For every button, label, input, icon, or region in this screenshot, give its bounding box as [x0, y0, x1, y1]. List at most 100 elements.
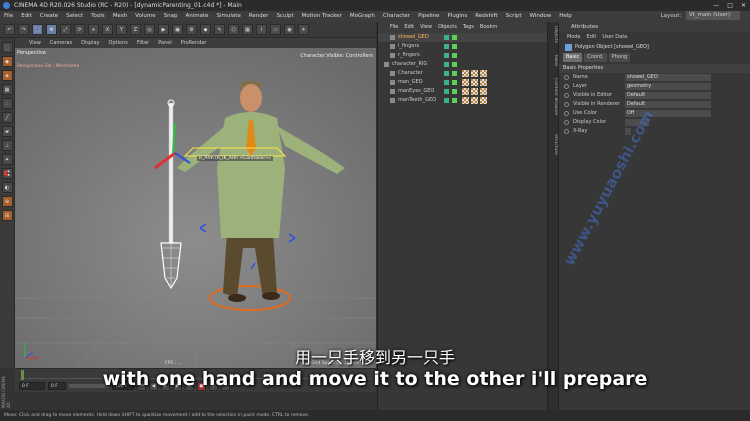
menu-render[interactable]: Render — [249, 11, 269, 22]
cube-icon[interactable]: ◆ — [200, 24, 211, 35]
layer-color-icon[interactable] — [444, 71, 449, 76]
texture-mode-icon[interactable]: ◈ — [1, 70, 13, 81]
side-tab-content-browser[interactable]: Content Browser — [549, 78, 558, 116]
tweak-mode-icon[interactable]: ✦ — [1, 154, 13, 165]
om-menu-objects[interactable]: Objects — [438, 22, 457, 33]
select-tool-icon[interactable]: ⬚ — [32, 24, 43, 35]
attr-menu-edit[interactable]: Edit — [587, 32, 597, 42]
animate-keyframe-icon[interactable] — [564, 84, 569, 89]
attr-menu-mode[interactable]: Mode — [567, 32, 581, 42]
layer-color-icon[interactable] — [444, 80, 449, 85]
tab-phong[interactable]: Phong — [608, 53, 631, 62]
redo-icon[interactable]: ↷ — [18, 24, 29, 35]
polygons-mode-icon[interactable]: ▰ — [1, 126, 13, 137]
vp-menu-display[interactable]: Display — [81, 38, 99, 48]
z-axis-toggle[interactable]: Z — [130, 24, 141, 35]
enabled-check-icon[interactable] — [452, 53, 457, 58]
maximize-icon[interactable]: □ — [727, 0, 733, 11]
object-row[interactable]: Character — [378, 69, 547, 78]
menu-redshift[interactable]: Redshift — [475, 11, 497, 22]
object-name[interactable]: r_fingers — [398, 51, 420, 60]
move-tool-icon[interactable]: ✥ — [46, 24, 57, 35]
tag-icon[interactable] — [480, 70, 487, 77]
array-icon[interactable]: ▦ — [242, 24, 253, 35]
side-tab-structure[interactable]: Structure — [549, 134, 558, 155]
menu-select[interactable]: Select — [66, 11, 83, 22]
close-icon[interactable]: ✕ — [741, 0, 746, 11]
coordinate-system-icon[interactable]: ◎ — [144, 24, 155, 35]
vp-menu-filter[interactable]: Filter — [137, 38, 149, 48]
viewport-solo-icon[interactable]: ◐ — [1, 182, 13, 193]
menu-mograph[interactable]: MoGraph — [350, 11, 375, 22]
edges-mode-icon[interactable]: ╱ — [1, 112, 13, 123]
layer-color-icon[interactable] — [444, 53, 449, 58]
tag-icon[interactable] — [471, 97, 478, 104]
workplane-icon[interactable]: ▦ — [1, 84, 13, 95]
points-mode-icon[interactable]: ∴ — [1, 98, 13, 109]
x-axis-toggle[interactable]: X — [102, 24, 113, 35]
layout-value[interactable]: Vt_main (User) — [686, 11, 740, 20]
tag-icon[interactable] — [462, 70, 469, 77]
y-axis-toggle[interactable]: Y — [116, 24, 127, 35]
tag-icon[interactable] — [480, 88, 487, 95]
light-icon[interactable]: ☀ — [298, 24, 309, 35]
pen-icon[interactable]: ✎ — [214, 24, 225, 35]
layer-color-icon[interactable] — [444, 35, 449, 40]
object-row[interactable]: manTeeth_GEO — [378, 96, 547, 105]
attribute-value-field[interactable]: showel_GEO — [625, 74, 711, 81]
render-view-icon[interactable]: ▶ — [158, 24, 169, 35]
animate-keyframe-icon[interactable] — [564, 93, 569, 98]
attribute-value-field[interactable]: Default — [625, 101, 711, 108]
floor-icon[interactable]: ▭ — [270, 24, 281, 35]
layer-color-icon[interactable] — [444, 89, 449, 94]
deformer-icon[interactable]: ⌇ — [256, 24, 267, 35]
attr-menu-user-data[interactable]: User Data — [602, 32, 627, 42]
menu-tools[interactable]: Tools — [91, 11, 105, 22]
vp-menu-options[interactable]: Options — [109, 38, 128, 48]
object-name[interactable]: Character — [398, 69, 423, 78]
enabled-check-icon[interactable] — [452, 35, 457, 40]
tag-icon[interactable] — [462, 88, 469, 95]
vp-menu-prorender[interactable]: ProRender — [181, 38, 207, 48]
enabled-check-icon[interactable] — [452, 62, 457, 67]
minimize-icon[interactable]: — — [713, 0, 719, 11]
menu-volume[interactable]: Volume — [135, 11, 155, 22]
model-mode-icon[interactable]: ◆ — [1, 56, 13, 67]
menu-snap[interactable]: Snap — [164, 11, 178, 22]
tab-basic[interactable]: Basic — [563, 53, 583, 62]
enabled-check-icon[interactable] — [452, 71, 457, 76]
tag-icon[interactable] — [471, 70, 478, 77]
undo-icon[interactable]: ↶ — [4, 24, 15, 35]
om-menu-file[interactable]: File — [390, 22, 398, 33]
make-editable-icon[interactable]: ⬚ — [1, 42, 13, 53]
animate-keyframe-icon[interactable] — [564, 120, 569, 125]
om-menu-edit[interactable]: Edit — [404, 22, 414, 33]
animate-keyframe-icon[interactable] — [564, 111, 569, 116]
enabled-check-icon[interactable] — [452, 89, 457, 94]
menu-simulate[interactable]: Simulate — [217, 11, 241, 22]
menu-motion-tracker[interactable]: Motion Tracker — [302, 11, 342, 22]
planar-workplane-icon[interactable]: ⊞ — [1, 210, 13, 221]
animate-keyframe-icon[interactable] — [564, 102, 569, 107]
layout-selector[interactable]: Layout: Vt_main (User) — [661, 11, 740, 22]
enabled-check-icon[interactable] — [452, 80, 457, 85]
animate-keyframe-icon[interactable] — [564, 75, 569, 80]
side-tab-objects[interactable]: Objects — [549, 26, 558, 43]
object-row[interactable]: manEyes_GEO — [378, 87, 547, 96]
object-row[interactable]: l_fingers — [378, 42, 547, 51]
menu-mesh[interactable]: Mesh — [113, 11, 127, 22]
menu-window[interactable]: Window — [530, 11, 552, 22]
snapping-icon[interactable]: 🧲 — [1, 168, 13, 179]
object-row[interactable]: showel_GEO — [378, 33, 547, 42]
menu-script[interactable]: Script — [506, 11, 522, 22]
layer-color-icon[interactable] — [444, 44, 449, 49]
3d-viewport[interactable]: Perspective Perspective.Sel.: Wireframe … — [15, 48, 376, 368]
vp-menu-cameras[interactable]: Cameras — [50, 38, 72, 48]
tag-icon[interactable] — [480, 79, 487, 86]
menu-create[interactable]: Create — [40, 11, 58, 22]
vp-menu-panel[interactable]: Panel — [158, 38, 172, 48]
menu-file[interactable]: File — [4, 11, 13, 22]
enabled-check-icon[interactable] — [452, 98, 457, 103]
enabled-check-icon[interactable] — [452, 44, 457, 49]
menu-animate[interactable]: Animate — [185, 11, 208, 22]
